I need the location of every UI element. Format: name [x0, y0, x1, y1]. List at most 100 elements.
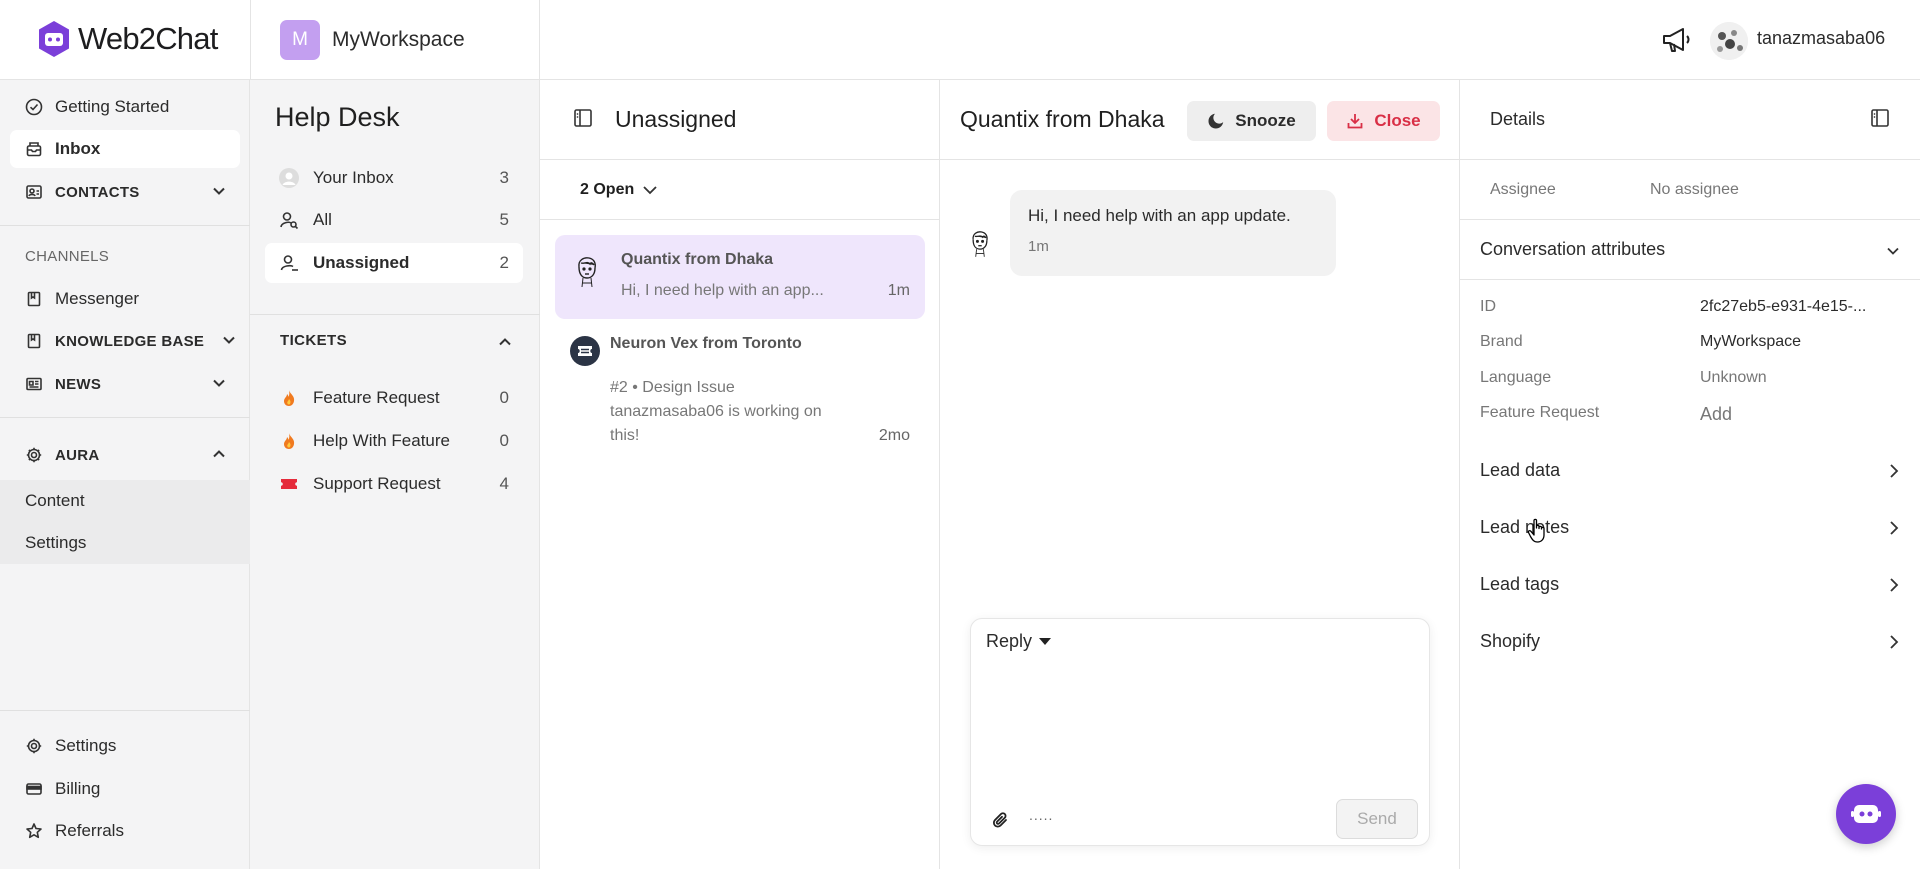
nav-billing[interactable]: Billing — [10, 770, 240, 808]
helpdesk-item-count: 2 — [499, 253, 509, 272]
attr-language-value: Unknown — [1700, 369, 1767, 386]
check-circle-icon — [25, 98, 43, 116]
fire-icon — [279, 388, 299, 408]
message-time: 1m — [1028, 238, 1049, 255]
message-bubble: Hi, I need help with an app update. 1m — [1010, 190, 1336, 276]
bot-icon — [1851, 805, 1881, 823]
conversation-time: 2mo — [878, 427, 910, 444]
nav-label: Settings — [25, 533, 87, 552]
close-button[interactable]: Close — [1327, 101, 1440, 141]
user-avatar[interactable] — [1710, 22, 1748, 60]
tickets-section-header[interactable]: TICKETS — [250, 314, 540, 366]
reply-mode-dropdown[interactable]: Reply — [986, 631, 1052, 652]
chevron-up-icon — [499, 338, 511, 346]
reply-input[interactable] — [986, 669, 1416, 789]
conversation-preview-line3: this! — [610, 427, 640, 444]
megaphone-icon[interactable] — [1661, 26, 1691, 54]
nav-aura-content[interactable]: Content — [0, 480, 250, 522]
nav-label: KNOWLEDGE BASE — [55, 332, 205, 350]
conversation-time: 1m — [887, 282, 910, 299]
chat-header: Quantix from Dhaka Snooze Close — [940, 80, 1460, 160]
attr-language-label: Language — [1480, 369, 1552, 386]
helpdesk-unassigned[interactable]: Unassigned 2 — [265, 243, 523, 283]
attr-brand-label: Brand — [1480, 333, 1523, 350]
nav-settings[interactable]: Settings — [10, 727, 240, 765]
nav-label: Settings — [55, 736, 117, 755]
attr-feature-add[interactable]: Add — [1700, 404, 1732, 425]
newspaper-icon — [26, 377, 42, 391]
section-lead-tags[interactable]: Lead tags — [1460, 558, 1920, 614]
workspace-name: MyWorkspace — [332, 28, 465, 51]
nav-getting-started[interactable]: Getting Started — [10, 88, 240, 126]
nav-label: Referrals — [55, 821, 124, 840]
snooze-button[interactable]: Snooze — [1187, 101, 1316, 141]
open-filter-dropdown[interactable]: 2 Open — [540, 160, 940, 220]
helpdesk-panel: Help Desk Your Inbox 3 All 5 Unassigned … — [250, 80, 540, 869]
close-label: Close — [1374, 111, 1421, 130]
chevron-down-icon — [643, 185, 657, 194]
panel-toggle-icon[interactable] — [1870, 108, 1890, 128]
emoji-picker[interactable]: ..... — [1029, 807, 1053, 823]
ticket-label: Support Request — [313, 474, 441, 493]
ticket-help-with-feature[interactable]: Help With Feature 0 — [265, 421, 523, 461]
helpdesk-your-inbox[interactable]: Your Inbox 3 — [265, 158, 523, 198]
helpdesk-item-label: Your Inbox — [313, 168, 394, 187]
user-avatar-icon — [279, 168, 299, 188]
conversation-preview: Hi, I need help with an app... — [621, 282, 824, 299]
gear-icon — [26, 738, 42, 754]
workspace-switcher[interactable]: M MyWorkspace — [250, 0, 540, 80]
conversation-item[interactable]: Neuron Vex from Toronto #2 • Design Issu… — [555, 323, 925, 453]
chevron-up-icon — [213, 450, 225, 458]
channels-section-label: CHANNELS — [25, 248, 110, 265]
book-icon — [27, 333, 41, 349]
nav-label: Billing — [55, 779, 101, 798]
conversation-list: Unassigned 2 Open Quantix from Dhaka Hi,… — [540, 80, 940, 869]
reply-mode-label: Reply — [986, 631, 1033, 651]
sidebar-toggle-icon[interactable] — [573, 108, 593, 128]
helpdesk-title: Help Desk — [275, 102, 400, 132]
chevron-right-icon — [1890, 578, 1899, 592]
nav-knowledge-base[interactable]: KNOWLEDGE BASE — [10, 322, 240, 360]
ticket-count: 0 — [499, 388, 509, 407]
fire-icon — [279, 431, 299, 451]
brand-logo[interactable]: Web2Chat — [36, 20, 218, 58]
helpdesk-all[interactable]: All 5 — [265, 200, 523, 240]
nav-referrals[interactable]: Referrals — [10, 812, 240, 850]
caret-down-icon — [1039, 637, 1052, 645]
ticket-count: 4 — [499, 474, 509, 493]
nav-aura-settings[interactable]: Settings — [0, 522, 250, 564]
paperclip-icon[interactable] — [991, 811, 1011, 831]
bot-logo-icon — [39, 21, 69, 57]
nav-contacts[interactable]: CONTACTS — [10, 173, 240, 211]
download-close-icon — [1347, 114, 1363, 129]
brand-name: Web2Chat — [78, 21, 218, 56]
ticket-avatar-icon — [570, 336, 600, 366]
conversation-preview-line1: #2 • Design Issue — [610, 379, 735, 396]
section-lead-data[interactable]: Lead data — [1460, 444, 1920, 500]
assignee-row[interactable]: Assignee No assignee — [1460, 160, 1920, 220]
chevron-down-icon — [1887, 247, 1899, 255]
chatbot-launcher-button[interactable] — [1836, 784, 1896, 844]
ticket-support-request[interactable]: Support Request 4 — [265, 464, 523, 504]
assignee-value: No assignee — [1650, 181, 1739, 198]
details-panel: Details Assignee No assignee Conversatio… — [1460, 80, 1920, 869]
details-title: Details — [1490, 109, 1546, 129]
nav-aura[interactable]: AURA — [10, 436, 240, 474]
divider — [0, 710, 250, 711]
ticket-feature-request[interactable]: Feature Request 0 — [265, 378, 523, 418]
book-icon — [27, 291, 41, 307]
conversation-attributes-header[interactable]: Conversation attributes — [1460, 220, 1920, 280]
chevron-right-icon — [1890, 521, 1899, 535]
helpdesk-item-count: 3 — [499, 168, 509, 187]
nav-messenger[interactable]: Messenger — [10, 280, 240, 318]
conversation-name: Neuron Vex from Toronto — [610, 335, 802, 352]
nav-news[interactable]: NEWS — [10, 365, 240, 403]
nav-inbox[interactable]: Inbox — [10, 130, 240, 168]
section-shopify[interactable]: Shopify — [1460, 615, 1920, 671]
ticket-icon — [279, 474, 299, 494]
conversation-item-active[interactable]: Quantix from Dhaka Hi, I need help with … — [555, 235, 925, 319]
send-button[interactable]: Send — [1336, 799, 1418, 839]
contacts-icon — [26, 185, 42, 199]
user-name[interactable]: tanazmasaba06 — [1757, 28, 1885, 49]
attr-brand-value: MyWorkspace — [1700, 333, 1802, 350]
